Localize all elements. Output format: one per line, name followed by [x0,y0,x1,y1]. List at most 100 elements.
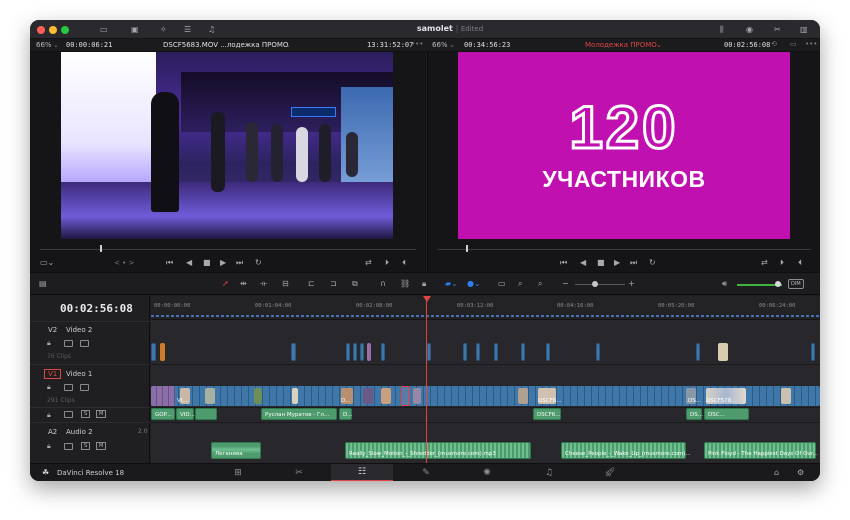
mark-in-icon[interactable]: ⏵ [385,259,389,267]
track-name[interactable]: Audio 2 [66,428,93,436]
source-timecode[interactable]: 00:00:06:21 [66,41,112,49]
replace-clip-icon[interactable]: ⧉ [352,280,358,288]
track-header-v1[interactable]: V1 Video 1 🔒︎ 291 Clips [30,364,150,407]
video-clip[interactable] [696,343,700,361]
stop-icon[interactable]: ■ [597,259,605,267]
track-name[interactable]: Video 2 [66,326,92,334]
zoom-slider[interactable] [575,284,625,285]
video-thumbnail[interactable] [205,388,215,404]
auto-select-icon[interactable] [64,384,73,391]
timeline-area[interactable]: 00:00:00:00 00:01:04:00 00:02:08:00 00:0… [151,296,820,463]
go-to-start-icon[interactable]: ⏮ [166,259,173,267]
play-icon[interactable]: ▶ [220,259,226,267]
metadata-icon[interactable]: ◉ [746,26,753,34]
sidebar-toggle-icon[interactable]: ▥ [800,26,808,34]
zoom-out-icon[interactable]: − [562,280,569,288]
timeline-timecode[interactable]: 00:02:56:08 [60,302,133,315]
record-scrubber-track[interactable] [438,249,811,250]
video-clip[interactable] [596,343,600,361]
marker-icon[interactable]: ●⌄ [467,280,481,288]
minimize-window-button[interactable] [49,26,57,34]
video-clip[interactable] [521,343,525,361]
mark-out-icon[interactable]: ⏴ [798,259,802,267]
play-icon[interactable]: ▶ [614,259,620,267]
audio-clip[interactable]: Really_Slow_Motion_-_Shredder_(musmore.c… [345,442,531,459]
page-tab-cut[interactable]: ✂ [286,464,312,481]
audio-clip[interactable]: Cheese_People_-_Wake_Up_(musmore.com)... [561,442,691,459]
speaker-icon[interactable]: 🔊︎ [722,280,727,288]
settings-gear-icon[interactable]: ⚙ [797,469,804,477]
video-clip[interactable] [360,343,364,361]
go-to-end-icon[interactable]: ⏭ [236,259,243,267]
video-clip[interactable] [291,343,296,361]
go-to-start-icon[interactable]: ⏮ [560,259,567,267]
match-frame-icon[interactable]: ⇄ [761,259,768,267]
record-viewer[interactable]: 120 УЧАСТНИКОВ ⏮ ◀ ■ ▶ ⏭ ↻ ⇄ ⏵ ⏴ [427,52,820,272]
dim-audio-button[interactable]: DIM [788,279,804,289]
track-visibility-icon[interactable] [80,340,89,347]
video-clip[interactable] [151,343,156,361]
auto-select-icon[interactable] [64,340,73,347]
stop-icon[interactable]: ■ [203,259,211,267]
zoom-window-button[interactable] [61,26,69,34]
mark-in-icon[interactable]: ⏵ [780,259,784,267]
video-clip[interactable] [546,343,550,361]
timeline-playhead[interactable] [426,296,427,463]
chevron-down-icon[interactable]: ⌄ [53,41,59,49]
video-clip[interactable] [367,343,371,361]
go-to-end-icon[interactable]: ⏭ [630,259,637,267]
audio-clip[interactable]: Руслан Муратов - Гл... [261,408,337,420]
track-header-a1[interactable]: 🔒︎ S M [30,407,150,422]
more-options-icon[interactable]: ••• [411,40,423,48]
volume-slider-knob[interactable] [775,281,781,287]
media-pool-icon[interactable]: ▣ [131,26,139,34]
timeline-view-options-icon[interactable]: ▤ [39,280,47,288]
record-zoom[interactable]: 66% [432,41,448,49]
chevron-down-icon[interactable]: ⌄ [285,41,291,49]
blade-tool-icon[interactable]: ⊟ [282,280,289,288]
clip-view-icon[interactable]: ⟲ [771,40,777,48]
video-thumbnail[interactable] [413,388,421,404]
sound-library-icon[interactable]: ♫ [208,26,215,34]
solo-button[interactable]: M [96,442,107,450]
chevron-down-icon[interactable]: ⌄ [449,41,455,49]
mixer-icon[interactable]: ⫼ [720,26,724,34]
track-visibility-icon[interactable] [80,384,89,391]
dynamic-trim-icon[interactable]: ⟛ [260,280,267,288]
page-tab-fairlight[interactable]: ♫ [536,464,562,481]
chevron-down-icon[interactable]: ⌄ [656,41,662,49]
zoom-slider-knob[interactable] [592,281,598,287]
track-name[interactable]: Video 1 [66,370,92,378]
loop-icon[interactable]: ↻ [649,259,656,267]
zoom-custom-icon[interactable]: ⌕ [538,280,542,288]
zoom-full-icon[interactable]: ▭ [498,280,506,288]
effects-icon[interactable]: ✧ [160,26,167,34]
video-thumbnail[interactable] [518,388,528,404]
page-tab-edit[interactable]: ☷ [331,464,393,481]
selection-tool-icon[interactable]: ➚ [222,280,229,288]
audio-clip[interactable]: Pink Floyd - The Happiest Days Of Our... [704,442,818,459]
linked-selection-icon[interactable]: ⛓ [400,280,410,288]
source-zoom[interactable]: 66% [36,41,52,49]
solo-button[interactable]: M [96,410,107,418]
audio-clip[interactable]: VID... [176,408,195,420]
video-thumbnail[interactable] [781,388,791,404]
video-thumbnail[interactable] [381,388,391,404]
video-clip[interactable] [346,343,350,361]
position-lock-icon[interactable]: 🔒︎ [422,280,426,288]
edit-index-icon[interactable]: ☰ [184,26,191,34]
match-frame-icon[interactable]: ⇄ [365,259,372,267]
home-icon[interactable]: ⌂ [774,469,779,477]
insert-clip-icon[interactable]: ⊏ [308,280,315,288]
flag-icon[interactable]: ▰⌄ [445,280,458,288]
auto-select-icon[interactable] [64,443,73,450]
mark-out-icon[interactable]: ⏴ [402,259,406,267]
auto-select-icon[interactable] [64,411,73,418]
track-header-a2[interactable]: A2 Audio 2 2.0 🔒︎ S M [30,422,150,458]
audio-clip[interactable]: GOP... [151,408,175,420]
audio-clip[interactable]: DSCF6... [533,408,561,420]
video-thumbnail[interactable] [254,388,262,404]
video-clip[interactable] [494,343,498,361]
inspector-icon[interactable]: ✂ [774,26,781,34]
audio-clip[interactable]: Леганива [211,442,261,459]
